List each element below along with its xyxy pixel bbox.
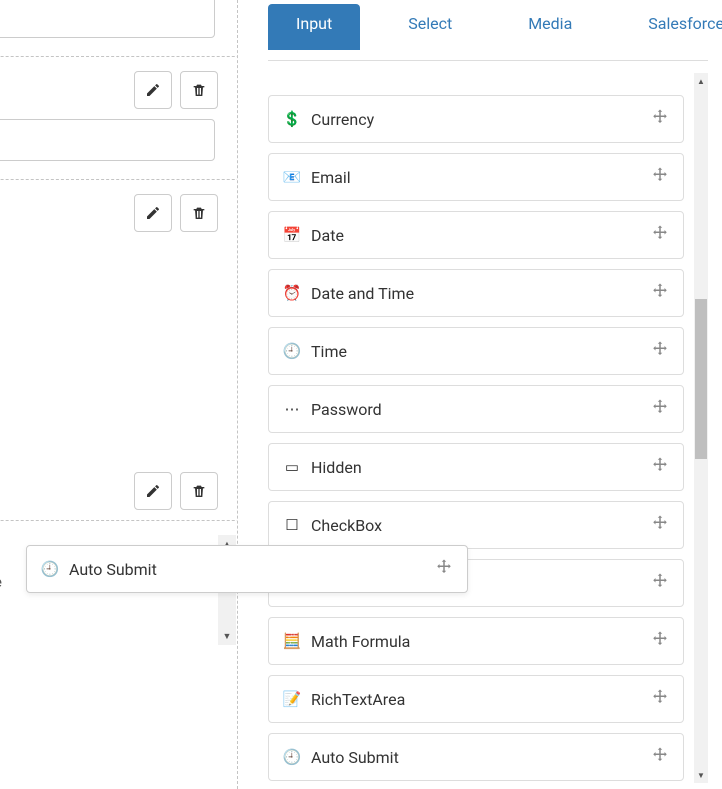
edit-button[interactable] (134, 71, 172, 109)
line: re (0, 301, 236, 330)
trash-icon (191, 82, 207, 98)
palette-item-label: Date (311, 226, 344, 245)
palette-item-label: Email (311, 168, 351, 187)
richtext-icon: 📝 (283, 690, 301, 708)
scroll-down-icon[interactable]: ▼ (694, 767, 708, 783)
palette-item-hidden[interactable]: ▭ Hidden (268, 443, 684, 491)
move-icon[interactable] (651, 282, 669, 304)
time-icon: 🕘 (283, 342, 301, 360)
palette-item-label: Currency (311, 110, 374, 129)
divider (0, 56, 238, 57)
scroll-up-icon[interactable]: ▲ (694, 73, 708, 89)
palette-list: 💲 Currency 📧 Email 📅 Date ⏰ Date and Time 🕘 T… (268, 71, 688, 781)
move-icon[interactable] (435, 558, 453, 580)
move-icon[interactable] (651, 224, 669, 246)
tab-input[interactable]: Input (268, 4, 360, 50)
pencil-icon (145, 483, 161, 499)
delete-button[interactable] (180, 472, 218, 510)
palette-item-label: CheckBox (311, 516, 382, 535)
move-icon[interactable] (651, 746, 669, 768)
field-palette-panel: Input Select Media Salesforce 💲 Currency … (238, 0, 722, 789)
move-icon[interactable] (651, 572, 669, 594)
move-icon[interactable] (651, 456, 669, 478)
auto-submit-icon: 🕘 (41, 560, 59, 578)
dragging-label: Auto Submit (69, 560, 157, 579)
move-icon[interactable] (651, 514, 669, 536)
palette-item-richtextarea[interactable]: 📝 RichTextArea (268, 675, 684, 723)
edit-button[interactable] (134, 194, 172, 232)
palette-item-label: Hidden (311, 458, 362, 477)
line: a (0, 272, 236, 301)
palette-item-label: Auto Submit (311, 748, 399, 767)
tab-media[interactable]: Media (500, 4, 600, 50)
palette-item-currency[interactable]: 💲 Currency (268, 95, 684, 143)
canvas-field-1[interactable] (0, 0, 236, 38)
math-icon: 🧮 (283, 632, 301, 650)
delete-button[interactable] (180, 71, 218, 109)
palette-item-checkbox[interactable]: ☐ CheckBox (268, 501, 684, 549)
tab-select[interactable]: Select (380, 4, 480, 50)
textarea-text: e (0, 573, 2, 591)
email-icon: 📧 (283, 168, 301, 186)
trash-icon (191, 483, 207, 499)
palette-item-math-formula[interactable]: 🧮 Math Formula (268, 617, 684, 665)
dragging-item-auto-submit[interactable]: 🕘 Auto Submit (26, 545, 468, 593)
move-icon[interactable] (651, 340, 669, 362)
pencil-icon (145, 82, 161, 98)
move-icon[interactable] (651, 688, 669, 710)
palette-item-datetime[interactable]: ⏰ Date and Time (268, 269, 684, 317)
datetime-icon: ⏰ (283, 284, 301, 302)
form-canvas-fragment: a re s e ▲ ▼ (0, 0, 238, 789)
auto-submit-icon: 🕘 (283, 748, 301, 766)
clipped-text: a re s (0, 272, 236, 358)
edit-button[interactable] (134, 472, 172, 510)
palette-item-label: Password (311, 400, 382, 419)
move-icon[interactable] (651, 398, 669, 420)
trash-icon (191, 205, 207, 221)
move-icon[interactable] (651, 166, 669, 188)
password-icon: ⋯ (283, 400, 301, 418)
scroll-thumb[interactable] (695, 299, 707, 459)
palette-item-label: RichTextArea (311, 690, 405, 709)
palette-item-label: Time (311, 342, 347, 361)
line: s (0, 330, 236, 359)
palette-item-date[interactable]: 📅 Date (268, 211, 684, 259)
divider (0, 520, 238, 521)
tab-bar: Input Select Media Salesforce (268, 4, 708, 50)
palette-item-label: Math Formula (311, 632, 410, 651)
move-icon[interactable] (651, 630, 669, 652)
divider (0, 179, 238, 180)
delete-button[interactable] (180, 194, 218, 232)
pencil-icon (145, 205, 161, 221)
checkbox-icon: ☐ (283, 516, 301, 534)
scroll-down-icon[interactable]: ▼ (218, 627, 236, 645)
currency-icon: 💲 (283, 110, 301, 128)
text-input-2[interactable] (0, 119, 215, 161)
palette-item-time[interactable]: 🕘 Time (268, 327, 684, 375)
tab-salesforce[interactable]: Salesforce (620, 4, 722, 50)
palette-item-email[interactable]: 📧 Email (268, 153, 684, 201)
palette-item-label: Date and Time (311, 284, 414, 303)
hidden-icon: ▭ (283, 458, 301, 476)
canvas-field-2[interactable] (0, 119, 236, 161)
date-icon: 📅 (283, 226, 301, 244)
palette-scrollbar[interactable]: ▲ ▼ (694, 73, 708, 783)
palette-item-auto-submit[interactable]: 🕘 Auto Submit (268, 733, 684, 781)
palette-item-password[interactable]: ⋯ Password (268, 385, 684, 433)
text-input-1[interactable] (0, 0, 215, 38)
move-icon[interactable] (651, 108, 669, 130)
